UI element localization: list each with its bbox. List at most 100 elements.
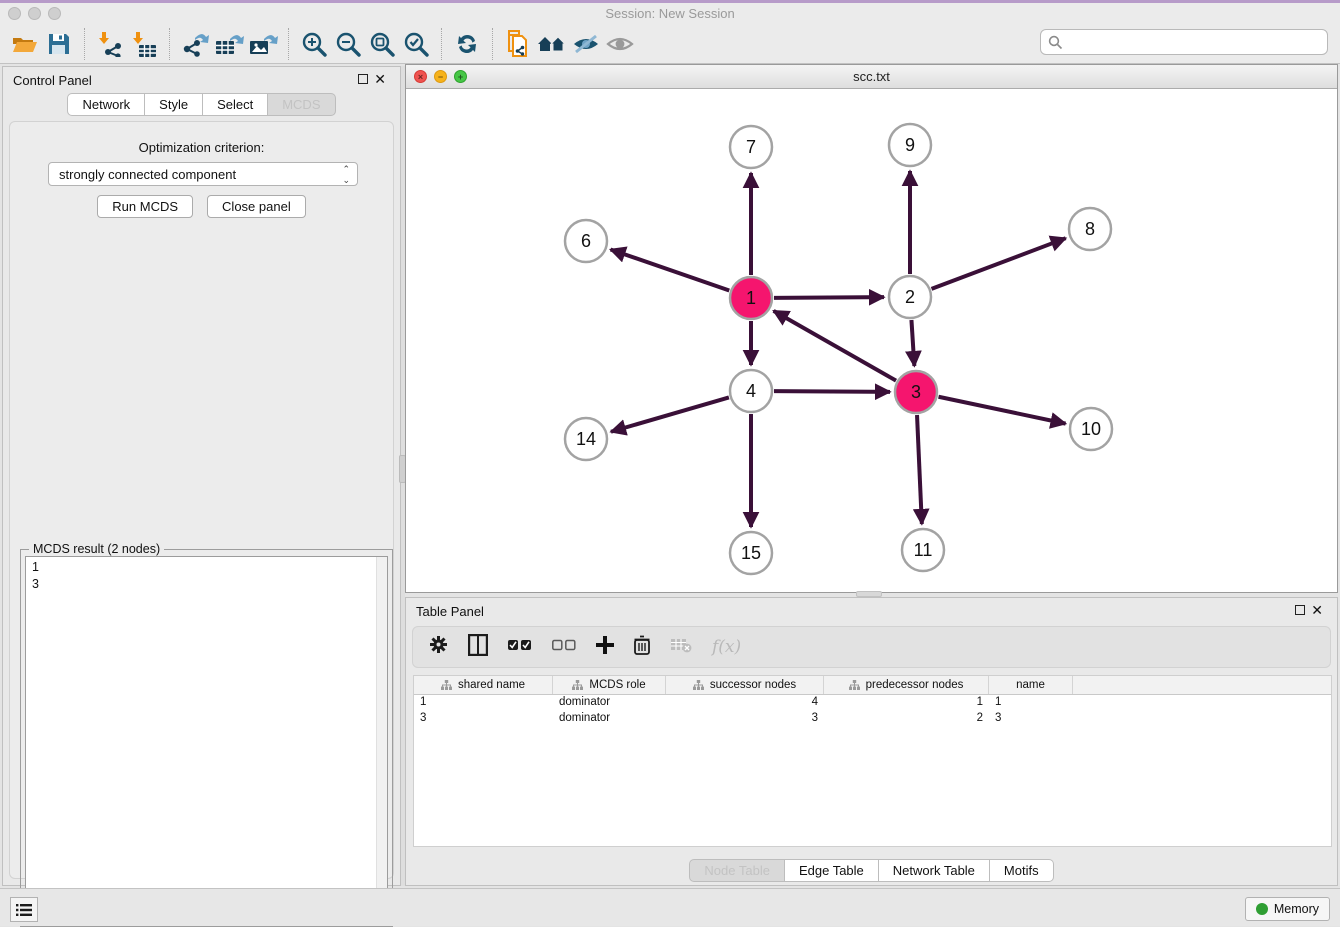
graph-node-label-11: 11 — [914, 540, 933, 560]
memory-button[interactable]: Memory — [1245, 897, 1330, 921]
column-header-successor-nodes[interactable]: successor nodes — [666, 676, 824, 694]
tab-motifs[interactable]: Motifs — [990, 859, 1054, 882]
control-panel-title: Control Panel — [13, 73, 92, 88]
import-network-icon[interactable] — [93, 28, 127, 60]
graph-edge-3-10[interactable] — [939, 397, 1066, 424]
maximize-window-icon[interactable] — [48, 7, 61, 20]
graph-edge-1-6[interactable] — [611, 249, 730, 290]
import-table-icon[interactable] — [127, 28, 161, 60]
mcds-result-scrollbar[interactable] — [376, 557, 387, 921]
create-column-icon[interactable] — [596, 636, 614, 659]
tab-edge-table[interactable]: Edge Table — [785, 859, 879, 882]
table-panel-header: Table Panel ✕ — [406, 598, 1337, 624]
tab-mcds[interactable]: MCDS — [268, 93, 335, 116]
task-history-button[interactable] — [10, 897, 38, 922]
column-header-predecessor-nodes[interactable]: predecessor nodes — [824, 676, 989, 694]
zoom-fit-icon[interactable] — [365, 28, 399, 60]
first-neighbors-icon[interactable] — [535, 28, 569, 60]
select-chevrons-icon: ⌃⌄ — [342, 164, 350, 186]
delete-column-icon[interactable] — [634, 635, 650, 660]
deselect-all-icon[interactable] — [552, 638, 576, 656]
graph-edge-3-1[interactable] — [774, 311, 896, 381]
network-view-window: × − + scc.txt 1234678910111415 — [405, 64, 1338, 593]
column-header-label: successor nodes — [710, 679, 796, 691]
table-cell[interactable]: 1 — [414, 695, 553, 711]
mcds-result-title: MCDS result (2 nodes) — [29, 542, 164, 556]
close-panel-icon[interactable]: ✕ — [374, 71, 386, 87]
zoom-selected-icon[interactable] — [399, 28, 433, 60]
window-title: Session: New Session — [0, 3, 1340, 24]
search-input[interactable] — [1063, 31, 1327, 53]
graph-edge-1-2[interactable] — [774, 297, 884, 298]
table-panel: Table Panel ✕ f(x) shared nameMCDS roles… — [405, 597, 1338, 886]
table-cell[interactable]: 4 — [666, 695, 824, 711]
toolbar-separator — [288, 28, 289, 60]
table-cell[interactable]: 3 — [414, 711, 553, 727]
graph-edge-3-11[interactable] — [917, 415, 922, 524]
toolbar-separator — [441, 28, 442, 60]
minimize-view-icon[interactable]: − — [434, 70, 447, 83]
table-settings-gear-icon[interactable] — [429, 635, 448, 659]
close-panel-button[interactable]: Close panel — [207, 195, 306, 218]
graph-node-label-3: 3 — [911, 382, 921, 402]
network-graph-canvas[interactable]: 1234678910111415 — [406, 89, 1337, 592]
node-table-rows: 1dominator4113dominator323 — [414, 695, 1331, 727]
delete-table-icon — [670, 637, 692, 658]
run-mcds-button[interactable]: Run MCDS — [97, 195, 193, 218]
graph-node-label-15: 15 — [741, 543, 761, 563]
table-row[interactable]: 1dominator411 — [414, 695, 1331, 711]
list-icon — [16, 903, 32, 917]
minimize-window-icon[interactable] — [28, 7, 41, 20]
tab-network[interactable]: Network — [67, 93, 145, 116]
show-all-icon[interactable] — [603, 28, 637, 60]
tab-select[interactable]: Select — [203, 93, 268, 116]
toolbar-separator — [169, 28, 170, 60]
tab-node-table[interactable]: Node Table — [689, 859, 785, 882]
new-network-from-selection-icon[interactable] — [501, 28, 535, 60]
table-cell[interactable]: 1 — [989, 695, 1073, 711]
export-image-icon[interactable] — [246, 28, 280, 60]
mcds-result-textarea[interactable]: 13 — [25, 556, 388, 922]
float-panel-icon[interactable] — [358, 74, 368, 84]
criterion-select[interactable]: strongly connected component ⌃⌄ — [48, 162, 358, 186]
tab-style[interactable]: Style — [145, 93, 203, 116]
graph-node-label-8: 8 — [1085, 219, 1095, 239]
select-all-icon[interactable] — [508, 638, 532, 656]
table-row[interactable]: 3dominator323 — [414, 711, 1331, 727]
node-table[interactable]: shared name MCDS role successor nodes prede… — [413, 675, 1332, 847]
column-header-label: MCDS role — [589, 679, 645, 691]
save-session-icon[interactable] — [42, 28, 76, 60]
column-tree-icon — [849, 680, 860, 690]
table-cell[interactable]: 2 — [824, 711, 989, 727]
maximize-view-icon[interactable]: + — [454, 70, 467, 83]
close-view-icon[interactable]: × — [414, 70, 427, 83]
table-cell[interactable]: 1 — [824, 695, 989, 711]
status-bar: Memory — [0, 888, 1340, 926]
show-column-icon[interactable] — [468, 634, 488, 661]
graph-edge-2-3[interactable] — [911, 320, 914, 366]
zoom-in-icon[interactable] — [297, 28, 331, 60]
graph-edge-4-3[interactable] — [774, 391, 890, 392]
graph-edge-2-8[interactable] — [932, 238, 1066, 289]
open-session-icon[interactable] — [8, 28, 42, 60]
close-table-panel-icon[interactable]: ✕ — [1311, 602, 1323, 618]
table-cell[interactable]: dominator — [553, 695, 666, 711]
graph-edge-4-14[interactable] — [611, 397, 729, 431]
export-network-icon[interactable] — [178, 28, 212, 60]
refresh-icon[interactable] — [450, 28, 484, 60]
zoom-out-icon[interactable] — [331, 28, 365, 60]
mcds-result-lines: 13 — [32, 559, 381, 593]
table-cell[interactable]: dominator — [553, 711, 666, 727]
tab-network-table[interactable]: Network Table — [879, 859, 990, 882]
close-window-icon[interactable] — [8, 7, 21, 20]
float-table-panel-icon[interactable] — [1295, 605, 1305, 615]
table-cell[interactable]: 3 — [989, 711, 1073, 727]
hide-selected-icon[interactable] — [569, 28, 603, 60]
export-table-icon[interactable] — [212, 28, 246, 60]
column-header-name[interactable]: name — [989, 676, 1073, 694]
table-panel-title: Table Panel — [416, 604, 484, 619]
table-cell[interactable]: 3 — [666, 711, 824, 727]
column-tree-icon — [693, 680, 704, 690]
column-header-shared-name[interactable]: shared name — [414, 676, 553, 694]
column-header-MCDS-role[interactable]: MCDS role — [553, 676, 666, 694]
